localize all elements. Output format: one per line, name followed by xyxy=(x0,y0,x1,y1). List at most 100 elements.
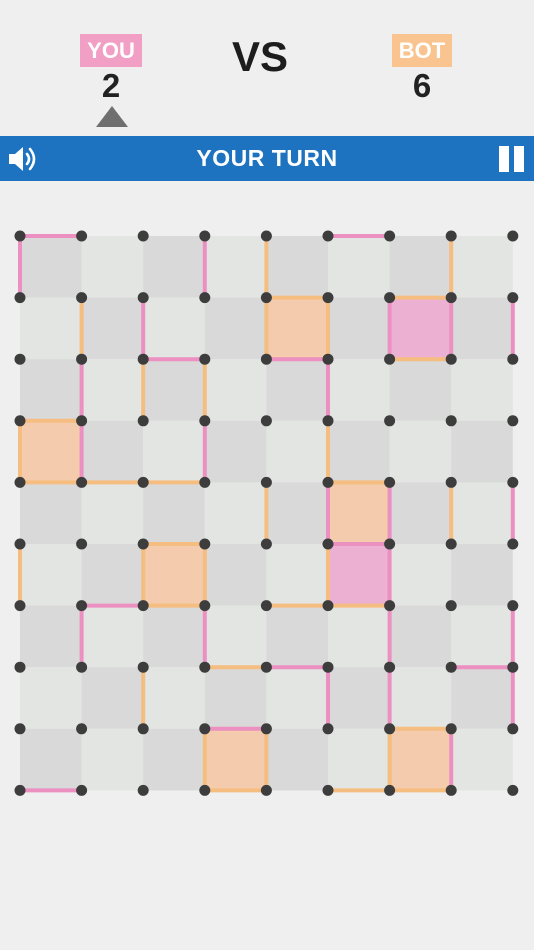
board-cell xyxy=(204,420,267,483)
claimed-box-you xyxy=(328,544,390,606)
grid-dot xyxy=(322,230,334,242)
grid-dot xyxy=(445,661,457,673)
grid-dot xyxy=(137,723,149,735)
board-cell xyxy=(451,297,513,360)
grid-dot xyxy=(76,476,88,488)
claimed-box-bot xyxy=(20,420,82,483)
game-board xyxy=(14,230,519,796)
grid-dot xyxy=(137,230,149,242)
grid-dot xyxy=(260,661,272,673)
board-cell xyxy=(143,297,205,360)
board-cell xyxy=(266,420,328,483)
grid-dot xyxy=(445,353,457,365)
grid-dot xyxy=(14,292,26,304)
grid-dot xyxy=(199,600,211,612)
grid-dot xyxy=(384,353,396,365)
grid-dot xyxy=(137,538,149,550)
board-cell xyxy=(266,482,328,544)
board-cell xyxy=(204,544,267,606)
board-cell xyxy=(143,420,205,483)
grid-dot xyxy=(445,476,457,488)
grid-dot xyxy=(322,784,334,796)
board-cell xyxy=(451,482,513,544)
grid-dot xyxy=(199,292,211,304)
board-cell xyxy=(451,667,513,729)
board-cell xyxy=(389,420,452,483)
grid-dot xyxy=(322,538,334,550)
grid-dot xyxy=(137,415,149,427)
board-cell xyxy=(143,236,205,298)
grid-dot xyxy=(445,538,457,550)
board-cell xyxy=(81,359,144,421)
grid-dot xyxy=(260,353,272,365)
board-cell xyxy=(266,544,328,606)
grid-dot xyxy=(445,292,457,304)
grid-dot xyxy=(507,784,519,796)
board-cell xyxy=(389,667,452,729)
grid-dot xyxy=(76,538,88,550)
board-cell xyxy=(81,728,144,791)
grid-dot xyxy=(322,292,334,304)
claimed-box-bot xyxy=(143,544,205,606)
board-cell xyxy=(266,728,328,791)
board-cell xyxy=(266,667,328,729)
board-cell xyxy=(20,667,82,729)
grid-dot xyxy=(14,661,26,673)
board-cell xyxy=(81,297,144,360)
claimed-box-you xyxy=(389,297,452,360)
claimed-box-bot xyxy=(328,482,390,544)
grid-dot xyxy=(14,230,26,242)
grid-dot xyxy=(14,723,26,735)
grid-dot xyxy=(322,600,334,612)
grid-dot xyxy=(384,292,396,304)
grid-dot xyxy=(14,784,26,796)
board-cell xyxy=(204,297,267,360)
grid-dot xyxy=(137,784,149,796)
claimed-box-bot xyxy=(204,728,267,791)
grid-dot xyxy=(507,230,519,242)
grid-dot xyxy=(322,415,334,427)
grid-dot xyxy=(14,353,26,365)
board-cell xyxy=(328,236,390,298)
grid-dot xyxy=(137,600,149,612)
board-cell xyxy=(451,420,513,483)
board-cell xyxy=(266,236,328,298)
grid-dot xyxy=(76,230,88,242)
grid-dot xyxy=(76,661,88,673)
grid-dot xyxy=(14,600,26,612)
board-cell xyxy=(328,359,390,421)
grid-dot xyxy=(14,476,26,488)
board-cell xyxy=(451,544,513,606)
board-cell xyxy=(143,667,205,729)
board-cell xyxy=(81,482,144,544)
grid-dot xyxy=(260,600,272,612)
grid-dot xyxy=(384,415,396,427)
grid-dot xyxy=(199,230,211,242)
grid-dot xyxy=(384,723,396,735)
grid-dot xyxy=(260,538,272,550)
grid-dot xyxy=(507,292,519,304)
grid-dot xyxy=(445,230,457,242)
board-cell xyxy=(451,236,513,298)
grid-dot xyxy=(322,723,334,735)
board-cell xyxy=(20,359,82,421)
board-cell xyxy=(328,297,390,360)
claimed-box-bot xyxy=(266,297,328,360)
grid-dot xyxy=(76,353,88,365)
board-cell xyxy=(389,236,452,298)
grid-dot xyxy=(137,353,149,365)
board-cell xyxy=(451,728,513,791)
board-cell xyxy=(389,544,452,606)
grid-dot xyxy=(76,784,88,796)
claimed-box-bot xyxy=(389,728,452,791)
grid-dot xyxy=(199,353,211,365)
grid-dot xyxy=(137,292,149,304)
board-cell xyxy=(20,605,82,668)
grid-dot xyxy=(137,476,149,488)
board-cell xyxy=(328,605,390,668)
board-cell xyxy=(143,359,205,421)
grid-dot xyxy=(384,230,396,242)
grid-dot xyxy=(199,661,211,673)
grid-dot xyxy=(76,600,88,612)
board-cell xyxy=(20,236,82,298)
